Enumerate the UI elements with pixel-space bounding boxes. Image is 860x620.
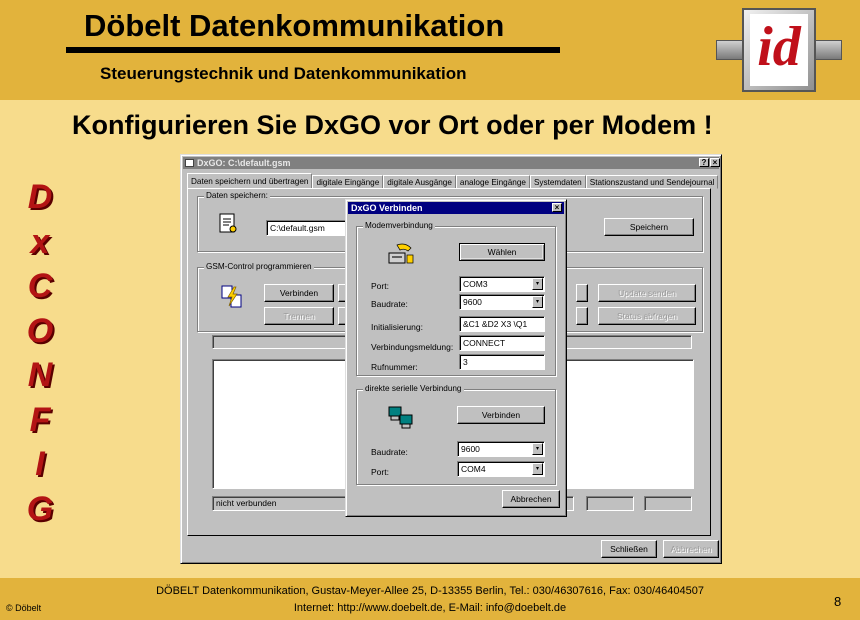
- status-cell-2: [586, 496, 634, 511]
- serial-port-select[interactable]: COM4 ▾: [457, 461, 545, 477]
- modem-port-label: Port:: [371, 281, 389, 291]
- file-path-field[interactable]: C:\default.gsm: [266, 220, 356, 236]
- dxconfig-vertical-title: D x C O N F I G: [18, 178, 62, 534]
- slide-header: Döbelt Datenkommunikation Steuerungstech…: [0, 0, 860, 100]
- modem-group: Modemverbindung Wählen Port: COM3 ▾ Baud…: [356, 221, 556, 376]
- hidden-button-right-1[interactable]: [576, 284, 588, 302]
- transfer-icon: [220, 284, 244, 312]
- side-letter: G: [26, 489, 54, 528]
- main-window-title: DxGO: C:\default.gsm: [197, 158, 291, 168]
- dialog-titlebar: DxGO Verbinden ×: [348, 202, 564, 214]
- help-button[interactable]: ?: [699, 158, 709, 167]
- gsm-group-label: GSM-Control programmieren: [204, 262, 314, 271]
- header-divider: [66, 47, 560, 53]
- disconnect-button[interactable]: Trennen: [264, 307, 334, 325]
- modem-port-value: COM3: [463, 279, 488, 289]
- serial-group: direkte serielle Verbindung Verbinden Ba…: [356, 384, 556, 485]
- serial-group-label: direkte serielle Verbindung: [363, 384, 464, 393]
- serial-baud-label: Baudrate:: [371, 447, 408, 457]
- footer-copyright: © Döbelt: [6, 603, 42, 613]
- serial-port-value: COM4: [461, 464, 486, 474]
- modem-baud-value: 9600: [463, 297, 482, 307]
- side-letter: N: [27, 356, 53, 394]
- slide-headline: Konfigurieren Sie DxGO vor Ort oder per …: [72, 110, 713, 140]
- footer-contact: Internet: http://www.doebelt.de, E-Mail:…: [293, 602, 567, 614]
- chevron-down-icon[interactable]: ▾: [532, 296, 543, 308]
- connect-button[interactable]: Verbinden: [264, 284, 334, 302]
- doebelt-logo: id: [716, 6, 842, 96]
- tab-analog-inputs[interactable]: analoge Eingänge: [455, 175, 530, 189]
- close-button[interactable]: ×: [710, 158, 720, 167]
- side-letter: O: [26, 311, 54, 350]
- hidden-button-right-2[interactable]: [576, 307, 588, 325]
- notepad-icon: [218, 212, 238, 236]
- chevron-down-icon[interactable]: ▾: [532, 443, 543, 455]
- modem-phone-icon: [387, 242, 415, 268]
- serial-baud-select[interactable]: 9600 ▾: [457, 441, 545, 457]
- dial-button[interactable]: Wählen: [459, 243, 545, 261]
- status-cell-3: [644, 496, 692, 511]
- status-query-button[interactable]: Status abfragen: [598, 307, 696, 325]
- rings-field[interactable]: 3: [459, 354, 545, 370]
- page-number: 8: [834, 594, 842, 609]
- dialog-close-button[interactable]: ×: [552, 203, 562, 212]
- init-label: Initialisierung:: [371, 322, 423, 332]
- modem-port-select[interactable]: COM3 ▾: [459, 276, 545, 292]
- connect-message-field[interactable]: CONNECT: [459, 335, 545, 351]
- save-group-label: Daten speichern:: [204, 191, 270, 200]
- tab-station-journal[interactable]: Stationszustand und Sendejournal: [585, 175, 719, 189]
- rings-label: Rufnummer:: [371, 362, 418, 372]
- footer-address: DÖBELT Datenkommunikation, Gustav-Meyer-…: [156, 585, 704, 597]
- side-letter: I: [35, 445, 45, 483]
- dialog-title: DxGO Verbinden: [351, 203, 423, 213]
- side-letter: D: [27, 178, 53, 216]
- logo-text: id: [750, 14, 808, 86]
- chevron-down-icon[interactable]: ▾: [532, 463, 543, 475]
- chevron-down-icon[interactable]: ▾: [532, 278, 543, 290]
- serial-baud-value: 9600: [461, 444, 480, 454]
- side-letter: F: [29, 400, 51, 439]
- app-icon: [185, 159, 194, 167]
- tab-strip: Daten speichern und übertragen digitale …: [187, 173, 719, 189]
- dialog-cancel-button[interactable]: Abbrechen: [502, 490, 560, 508]
- abort-button[interactable]: Abbrechen: [663, 540, 719, 558]
- side-letter: C: [27, 267, 53, 305]
- company-subtitle: Steuerungstechnik und Datenkommunikation: [100, 64, 467, 83]
- modem-baud-select[interactable]: 9600 ▾: [459, 294, 545, 310]
- serial-connect-button[interactable]: Verbinden: [457, 406, 545, 424]
- modem-group-label: Modemverbindung: [363, 221, 435, 230]
- modem-baud-label: Baudrate:: [371, 299, 408, 309]
- save-button[interactable]: Speichern: [604, 218, 694, 236]
- tab-save-transfer[interactable]: Daten speichern und übertragen: [187, 173, 313, 189]
- connect-dialog: DxGO Verbinden × Modemverbindung Wählen …: [345, 199, 567, 517]
- serial-port-label: Port:: [371, 467, 389, 477]
- slide-footer: DÖBELT Datenkommunikation, Gustav-Meyer-…: [0, 578, 860, 620]
- tab-system-data[interactable]: Systemdaten: [529, 175, 586, 189]
- close-window-button[interactable]: Schließen: [601, 540, 657, 558]
- company-title: Döbelt Datenkommunikation: [84, 8, 505, 43]
- main-window-titlebar: DxGO: C:\default.gsm ? ×: [183, 157, 720, 169]
- init-field[interactable]: &C1 &D2 X3 \Q1: [459, 316, 545, 332]
- tab-digital-outputs[interactable]: digitale Ausgänge: [383, 175, 456, 189]
- update-send-button[interactable]: Update senden: [598, 284, 696, 302]
- tab-digital-inputs[interactable]: digitale Eingänge: [312, 175, 384, 189]
- connect-message-label: Verbindungsmeldung:: [371, 342, 454, 352]
- computers-icon: [387, 404, 415, 432]
- side-letter: x: [30, 222, 50, 261]
